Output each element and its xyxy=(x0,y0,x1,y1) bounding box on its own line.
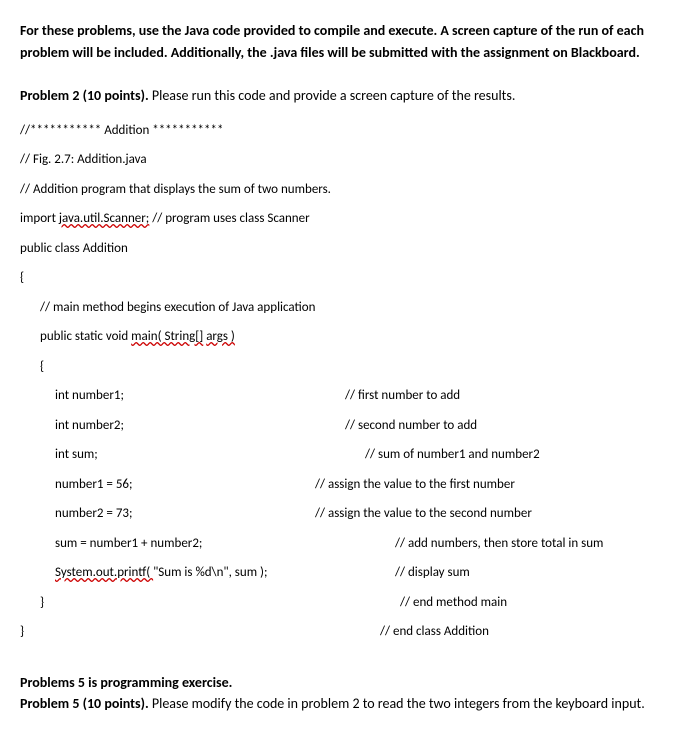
problem-5-header: Problem 5 (10 points). Please modify the… xyxy=(20,693,671,714)
problem-2-title: Problem 2 (10 points). xyxy=(20,87,149,104)
code-wavy-import: java.util.Scanner; xyxy=(59,211,149,226)
code-sum-calc: sum = number1 + number2; // add numbers,… xyxy=(20,534,671,554)
code-comment-header: //*********** Addition *********** xyxy=(20,121,671,141)
code-comment-fig: // Fig. 2.7: Addition.java xyxy=(20,150,671,170)
code-comment: // assign the value to the first number xyxy=(315,475,515,495)
code-comment: // add numbers, then store total in sum xyxy=(395,534,603,554)
code-text: int number2; xyxy=(55,416,345,436)
code-text: int number1; xyxy=(55,386,345,406)
code-import: import java.util.Scanner; // program use… xyxy=(20,209,671,229)
code-comment: // second number to add xyxy=(345,416,477,436)
code-wavy-printf: System.out.printf( xyxy=(55,565,153,580)
code-comment-desc: // Addition program that displays the su… xyxy=(20,180,671,200)
code-var-sum: int sum; // sum of number1 and number2 xyxy=(20,445,671,465)
code-comment-main: // main method begins execution of Java … xyxy=(20,298,671,318)
code-text: System.out.printf( "Sum is %d\n", sum ); xyxy=(55,563,395,583)
code-comment: // end method main xyxy=(400,593,507,613)
code-text: public static void xyxy=(40,329,131,344)
code-comment: // assign the value to the second number xyxy=(315,504,532,524)
code-comment: // display sum xyxy=(395,563,470,583)
code-brace-open-inner: { xyxy=(20,357,671,377)
code-var-number1: int number1; // first number to add xyxy=(20,386,671,406)
code-wavy-args: args ) xyxy=(206,329,235,344)
code-text: int sum; xyxy=(55,445,365,465)
code-text: number2 = 73; xyxy=(55,504,315,524)
code-assign-number1: number1 = 56; // assign the value to the… xyxy=(20,475,671,495)
code-class-decl: public class Addition xyxy=(20,239,671,259)
problem-2-header: Problem 2 (10 points). Please run this c… xyxy=(20,85,671,106)
problem-2-desc: Please run this code and provide a scree… xyxy=(149,87,516,104)
code-text: // program uses class Scanner xyxy=(149,211,309,226)
problem-5-intro: Problems 5 is programming exercise. xyxy=(20,672,671,693)
code-text: } xyxy=(20,622,380,642)
code-comment: // sum of number1 and number2 xyxy=(365,445,540,465)
code-text: sum = number1 + number2; xyxy=(55,534,395,554)
assignment-instructions: For these problems, use the Java code pr… xyxy=(20,20,671,65)
code-brace-close: } // end class Addition xyxy=(20,622,671,642)
code-comment: // first number to add xyxy=(345,386,460,406)
code-comment: // end class Addition xyxy=(380,622,489,642)
code-brace-open: { xyxy=(20,268,671,288)
code-text: number1 = 56; xyxy=(55,475,315,495)
problem-5-section: Problems 5 is programming exercise. Prob… xyxy=(20,672,671,714)
code-main-decl: public static void main( String[] args ) xyxy=(20,327,671,347)
problem-5-title: Problem 5 (10 points). xyxy=(20,695,149,712)
problem-5-desc: Please modify the code in problem 2 to r… xyxy=(149,695,645,712)
code-wavy-main: main( String[] xyxy=(131,329,203,344)
code-var-number2: int number2; // second number to add xyxy=(20,416,671,436)
code-printf: System.out.printf( "Sum is %d\n", sum );… xyxy=(20,563,671,583)
code-brace-close-inner: } // end method main xyxy=(20,593,671,613)
code-assign-number2: number2 = 73; // assign the value to the… xyxy=(20,504,671,524)
code-text: import xyxy=(20,211,59,226)
code-text: "Sum is %d\n", sum ); xyxy=(153,565,267,580)
code-text: } xyxy=(40,593,400,613)
